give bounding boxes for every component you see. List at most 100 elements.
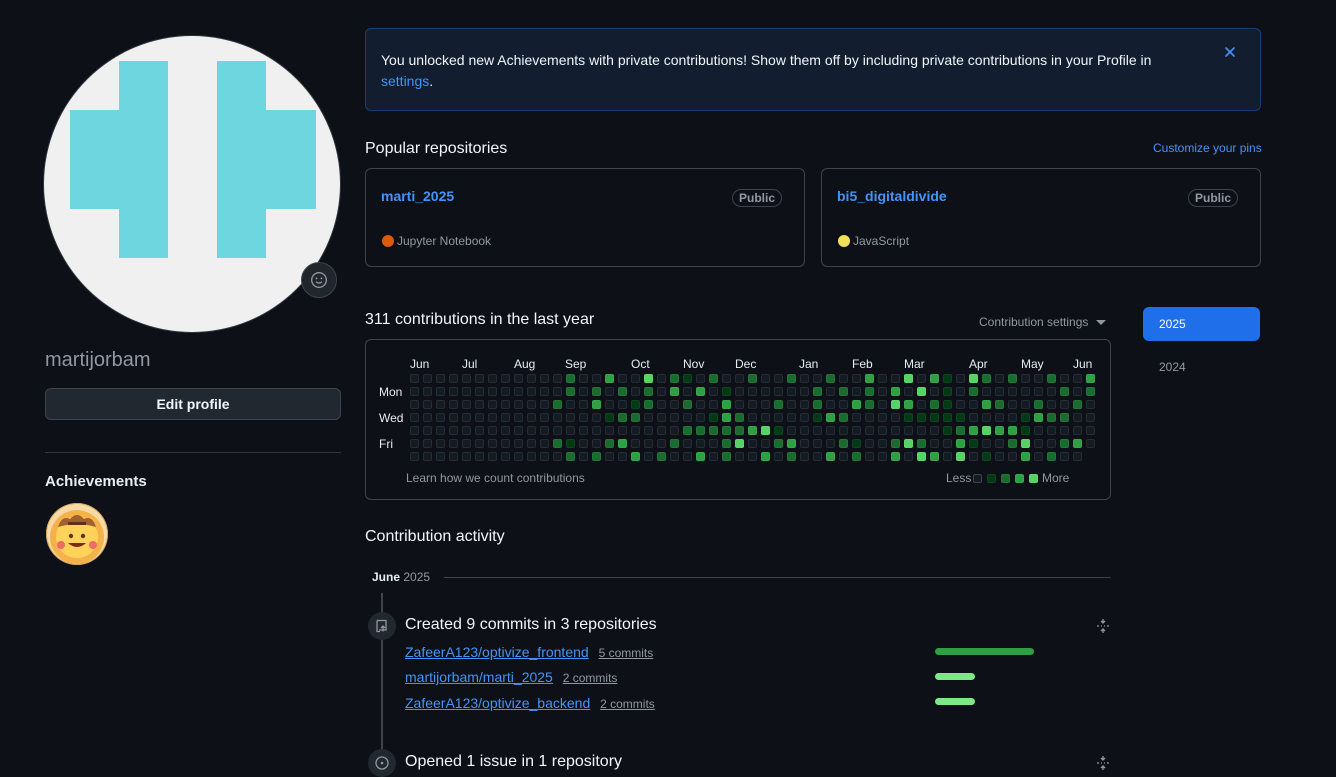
contribution-day-cell[interactable] <box>852 439 861 448</box>
contribution-day-cell[interactable] <box>865 452 874 461</box>
contribution-day-cell[interactable] <box>1008 452 1017 461</box>
contribution-day-cell[interactable] <box>1021 413 1030 422</box>
contribution-day-cell[interactable] <box>631 426 640 435</box>
contribution-day-cell[interactable] <box>657 400 666 409</box>
contribution-day-cell[interactable] <box>891 387 900 396</box>
contribution-day-cell[interactable] <box>670 374 679 383</box>
contribution-day-cell[interactable] <box>488 387 497 396</box>
issues-summary[interactable]: Opened 1 issue in 1 repository <box>405 753 622 771</box>
contribution-day-cell[interactable] <box>527 400 536 409</box>
contribution-day-cell[interactable] <box>462 374 471 383</box>
contribution-day-cell[interactable] <box>917 452 926 461</box>
contribution-day-cell[interactable] <box>800 400 809 409</box>
commit-count-link[interactable]: 2 commits <box>600 697 655 711</box>
contribution-day-cell[interactable] <box>436 413 445 422</box>
contribution-day-cell[interactable] <box>1086 413 1095 422</box>
contribution-day-cell[interactable] <box>956 374 965 383</box>
commit-count-link[interactable]: 2 commits <box>563 671 618 685</box>
contribution-day-cell[interactable] <box>631 387 640 396</box>
contribution-day-cell[interactable] <box>748 413 757 422</box>
contribution-day-cell[interactable] <box>930 400 939 409</box>
commit-count-link[interactable]: 5 commits <box>599 646 654 660</box>
contribution-day-cell[interactable] <box>930 387 939 396</box>
contribution-day-cell[interactable] <box>488 400 497 409</box>
learn-contributions-link[interactable]: Learn how we count contributions <box>406 471 585 485</box>
contribution-day-cell[interactable] <box>969 400 978 409</box>
contribution-day-cell[interactable] <box>982 439 991 448</box>
contribution-day-cell[interactable] <box>878 439 887 448</box>
contribution-day-cell[interactable] <box>540 426 549 435</box>
contribution-day-cell[interactable] <box>540 400 549 409</box>
contribution-day-cell[interactable] <box>722 452 731 461</box>
contribution-day-cell[interactable] <box>774 374 783 383</box>
contribution-day-cell[interactable] <box>774 413 783 422</box>
contribution-day-cell[interactable] <box>839 452 848 461</box>
contribution-day-cell[interactable] <box>943 439 952 448</box>
contribution-day-cell[interactable] <box>501 400 510 409</box>
commits-summary[interactable]: Created 9 commits in 3 repositories <box>405 616 657 634</box>
contribution-day-cell[interactable] <box>787 374 796 383</box>
contribution-day-cell[interactable] <box>579 413 588 422</box>
contribution-day-cell[interactable] <box>735 400 744 409</box>
contribution-day-cell[interactable] <box>449 400 458 409</box>
contribution-day-cell[interactable] <box>410 400 419 409</box>
contribution-day-cell[interactable] <box>462 452 471 461</box>
contribution-day-cell[interactable] <box>592 439 601 448</box>
banner-settings-link[interactable]: settings <box>381 73 429 89</box>
contribution-day-cell[interactable] <box>1021 439 1030 448</box>
contribution-day-cell[interactable] <box>644 439 653 448</box>
contribution-day-cell[interactable] <box>982 374 991 383</box>
contribution-day-cell[interactable] <box>475 439 484 448</box>
contribution-day-cell[interactable] <box>462 400 471 409</box>
contribution-day-cell[interactable] <box>566 387 575 396</box>
contribution-day-cell[interactable] <box>917 400 926 409</box>
contribution-day-cell[interactable] <box>839 413 848 422</box>
repo-link[interactable]: bi5_digitaldivide <box>837 188 947 204</box>
contribution-day-cell[interactable] <box>982 413 991 422</box>
contribution-day-cell[interactable] <box>891 374 900 383</box>
contribution-day-cell[interactable] <box>1060 413 1069 422</box>
contribution-day-cell[interactable] <box>540 374 549 383</box>
contribution-day-cell[interactable] <box>1021 374 1030 383</box>
contribution-day-cell[interactable] <box>514 452 523 461</box>
contribution-day-cell[interactable] <box>553 387 562 396</box>
contribution-day-cell[interactable] <box>982 387 991 396</box>
contribution-day-cell[interactable] <box>865 400 874 409</box>
contribution-day-cell[interactable] <box>683 439 692 448</box>
contribution-day-cell[interactable] <box>553 439 562 448</box>
contribution-day-cell[interactable] <box>488 452 497 461</box>
year-2024-button[interactable]: 2024 <box>1143 350 1260 384</box>
contribution-day-cell[interactable] <box>748 387 757 396</box>
contribution-day-cell[interactable] <box>566 426 575 435</box>
contribution-day-cell[interactable] <box>618 400 627 409</box>
contribution-day-cell[interactable] <box>839 387 848 396</box>
customize-pins-link[interactable]: Customize your pins <box>1153 141 1262 155</box>
contribution-day-cell[interactable] <box>761 439 770 448</box>
contribution-day-cell[interactable] <box>657 426 666 435</box>
contribution-day-cell[interactable] <box>995 400 1004 409</box>
contribution-day-cell[interactable] <box>917 439 926 448</box>
contribution-day-cell[interactable] <box>748 426 757 435</box>
commit-repo-link[interactable]: ZafeerA123/optivize_backend <box>405 695 590 711</box>
contribution-day-cell[interactable] <box>1047 387 1056 396</box>
contribution-day-cell[interactable] <box>1086 439 1095 448</box>
contribution-day-cell[interactable] <box>1034 387 1043 396</box>
contribution-day-cell[interactable] <box>904 439 913 448</box>
contribution-day-cell[interactable] <box>1034 439 1043 448</box>
contribution-day-cell[interactable] <box>423 374 432 383</box>
contribution-day-cell[interactable] <box>436 374 445 383</box>
contribution-day-cell[interactable] <box>592 374 601 383</box>
contribution-day-cell[interactable] <box>839 426 848 435</box>
contribution-day-cell[interactable] <box>683 426 692 435</box>
contribution-day-cell[interactable] <box>1047 400 1056 409</box>
contribution-day-cell[interactable] <box>1034 374 1043 383</box>
contribution-day-cell[interactable] <box>826 439 835 448</box>
contribution-day-cell[interactable] <box>865 413 874 422</box>
contribution-day-cell[interactable] <box>878 374 887 383</box>
contribution-day-cell[interactable] <box>839 400 848 409</box>
contribution-day-cell[interactable] <box>631 374 640 383</box>
contribution-day-cell[interactable] <box>735 374 744 383</box>
contribution-day-cell[interactable] <box>657 439 666 448</box>
contribution-day-cell[interactable] <box>1034 413 1043 422</box>
contribution-day-cell[interactable] <box>774 452 783 461</box>
